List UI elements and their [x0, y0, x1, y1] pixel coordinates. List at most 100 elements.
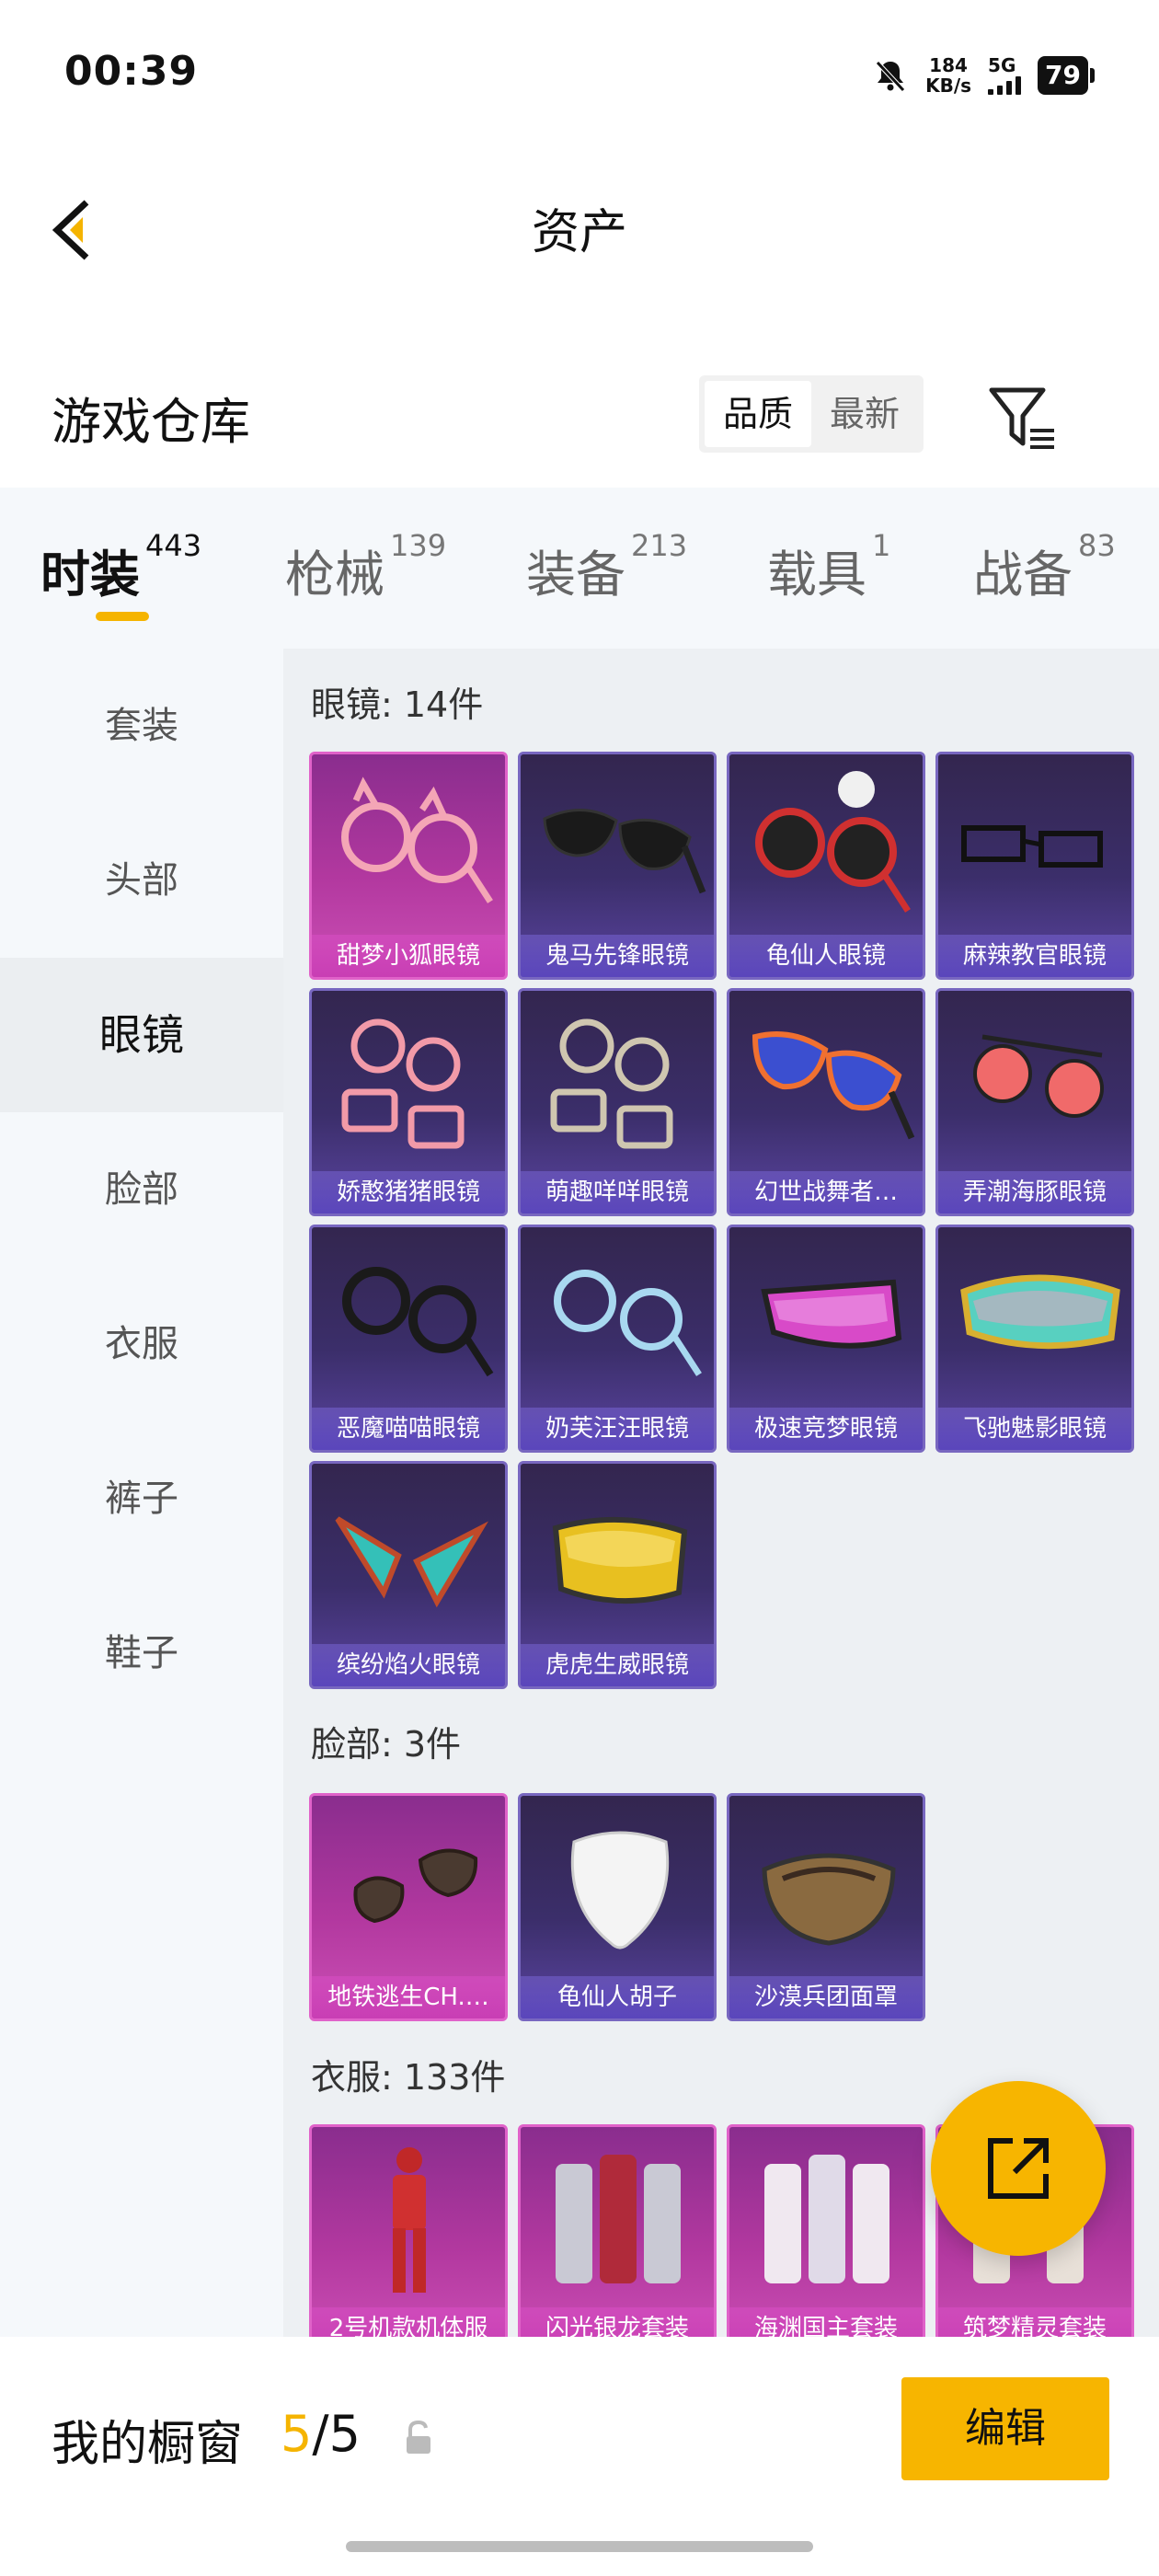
round-glasses-icon [341, 776, 493, 903]
item-card[interactable]: 奶芙汪汪眼镜 [518, 1225, 717, 1453]
sidebar-item-clothes[interactable]: 衣服 [0, 1267, 283, 1421]
tab-fashion[interactable]: 时装 443 [40, 528, 201, 606]
tab-supplies[interactable]: 战备 83 [973, 528, 1116, 606]
item-card[interactable]: 2号机款机体服 [309, 2124, 508, 2337]
sidebar-item-head[interactable]: 头部 [0, 803, 283, 958]
home-indicator[interactable] [346, 2541, 813, 2552]
item-card[interactable]: 海渊国主套装 [727, 2124, 925, 2337]
item-card[interactable]: 甜梦小狐眼镜 [309, 752, 508, 980]
sidebar-item-glasses[interactable]: 眼镜 [0, 958, 283, 1112]
item-name: 缤纷焰火眼镜 [312, 1644, 505, 1686]
item-name: 麻辣教官眼镜 [938, 935, 1131, 977]
section-title-face: 脸部: 3件 [311, 1724, 462, 1765]
item-card[interactable]: 恶魔喵喵眼镜 [309, 1225, 508, 1453]
blue-round-glasses-icon [554, 1270, 702, 1376]
sidebar-item-pants[interactable]: 裤子 [0, 1421, 283, 1576]
item-name: 闪光银龙套装 [521, 2307, 714, 2337]
app-header: 资产 [0, 156, 1159, 294]
tab-vehicles[interactable]: 载具 1 [767, 528, 890, 606]
section-title-glasses: 眼镜: 14件 [311, 684, 484, 725]
item-name: 恶魔喵喵眼镜 [312, 1408, 505, 1450]
item-name: 萌趣咩咩眼镜 [521, 1171, 714, 1213]
face-mask-icon [762, 1853, 896, 1946]
armor-set-icon [556, 2155, 681, 2283]
item-name: 弄潮海豚眼镜 [938, 1171, 1131, 1213]
network-type: 5G [988, 54, 1016, 76]
active-tab-indicator [96, 612, 149, 621]
sidebar-item-shoes[interactable]: 鞋子 [0, 1576, 283, 1731]
item-name: 幻世战舞者… [729, 1171, 923, 1213]
section-title-clothes: 衣服: 133件 [311, 2057, 506, 2098]
tab-equipment[interactable]: 装备 213 [526, 528, 687, 606]
edit-button[interactable]: 编辑 [901, 2377, 1109, 2480]
item-card[interactable]: 娇憨猪猪眼镜 [309, 988, 508, 1216]
item-name: 娇憨猪猪眼镜 [312, 1171, 505, 1213]
filter-icon[interactable] [986, 383, 1060, 456]
signal: 5G [988, 54, 1022, 95]
battery-level: 79 [1038, 56, 1088, 95]
item-name: 地铁逃生CH.… [312, 1976, 505, 2018]
item-card[interactable]: 虎虎生威眼镜 [518, 1461, 717, 1689]
item-card[interactable]: 龟仙人胡子 [518, 1793, 717, 2021]
item-card[interactable]: 地铁逃生CH.… [309, 1793, 508, 2021]
sort-newest-button[interactable]: 最新 [811, 381, 918, 447]
item-name: 龟仙人胡子 [521, 1976, 714, 2018]
item-name: 奶芙汪汪眼镜 [521, 1408, 714, 1450]
item-card[interactable]: 飞驰魅影眼镜 [935, 1225, 1134, 1453]
item-name: 飞驰魅影眼镜 [938, 1408, 1131, 1450]
item-name: 甜梦小狐眼镜 [312, 935, 505, 977]
mask-icon [353, 1848, 478, 1924]
pig-glasses-icon [341, 1018, 465, 1149]
item-name: 2号机款机体服 [312, 2307, 505, 2337]
status-bar: 00:39 184 KB/s 5G 79 [0, 0, 1159, 156]
tab-guns[interactable]: 枪械 139 [285, 528, 446, 606]
net-speed: 184 KB/s [925, 55, 971, 96]
sidebar-item-suits[interactable]: 套装 [0, 649, 283, 803]
item-name: 沙漠兵团面罩 [729, 1976, 923, 2018]
net-speed-value: 184 [929, 54, 968, 76]
item-card[interactable]: 麻辣教官眼镜 [935, 752, 1134, 980]
sort-toggle: 品质 最新 [699, 375, 924, 453]
sidebar-item-face[interactable]: 脸部 [0, 1112, 283, 1267]
signal-bars-icon [988, 75, 1022, 95]
item-card[interactable]: 弄潮海豚眼镜 [935, 988, 1134, 1216]
suit-figure-icon [393, 2147, 426, 2293]
sort-quality-button[interactable]: 品质 [705, 381, 812, 447]
item-card[interactable]: 缤纷焰火眼镜 [309, 1461, 508, 1689]
sidebar: 套装 头部 眼镜 脸部 衣服 裤子 鞋子 [0, 649, 283, 2337]
item-name: 海渊国主套装 [729, 2307, 923, 2337]
share-icon [988, 2138, 1049, 2199]
showcase-count: 5/5 [281, 2405, 361, 2463]
wing-glasses-icon [335, 1516, 488, 1608]
square-glasses-icon [961, 825, 1103, 868]
mute-bell-icon [876, 61, 905, 92]
showcase-bar: 我的橱窗 5/5 编辑 [0, 2337, 1159, 2576]
sunglasses-icon [543, 809, 706, 894]
black-round-glasses-icon [342, 1267, 494, 1377]
unlock-icon [407, 2420, 430, 2454]
item-card[interactable]: 萌趣咩咩眼镜 [518, 988, 717, 1216]
goggles-icon [552, 1516, 688, 1604]
visor-glasses-icon [761, 1279, 902, 1349]
net-speed-unit: KB/s [925, 75, 972, 97]
mirror-sunglasses-icon [752, 1031, 915, 1140]
item-card[interactable]: 极速竞梦眼镜 [727, 1225, 925, 1453]
status-time: 00:39 [64, 48, 199, 95]
showcase-label: 我的橱窗 [52, 2417, 244, 2472]
costume-set-icon [764, 2155, 889, 2283]
item-card[interactable]: 沙漠兵团面罩 [727, 1793, 925, 2021]
item-card[interactable]: 幻世战舞者… [727, 988, 925, 1216]
item-name: 虎虎生威眼镜 [521, 1644, 714, 1686]
page-title: 资产 [531, 205, 627, 260]
warehouse-header: 游戏仓库 品质 最新 [0, 359, 1159, 478]
round-red-glasses-icon [973, 1034, 1104, 1118]
beard-icon [570, 1831, 670, 1949]
item-name: 筑梦精灵套装 [938, 2307, 1131, 2337]
item-card[interactable]: 鬼马先锋眼镜 [518, 752, 717, 980]
item-card[interactable]: 闪光银龙套装 [518, 2124, 717, 2337]
share-button[interactable] [931, 2081, 1106, 2256]
battery-icon: 79 [1038, 56, 1095, 95]
item-card[interactable]: 龟仙人眼镜 [727, 752, 925, 980]
item-name: 龟仙人眼镜 [729, 935, 923, 977]
category-tabs: 时装 443 枪械 139 装备 213 载具 1 战备 83 [0, 488, 1159, 649]
